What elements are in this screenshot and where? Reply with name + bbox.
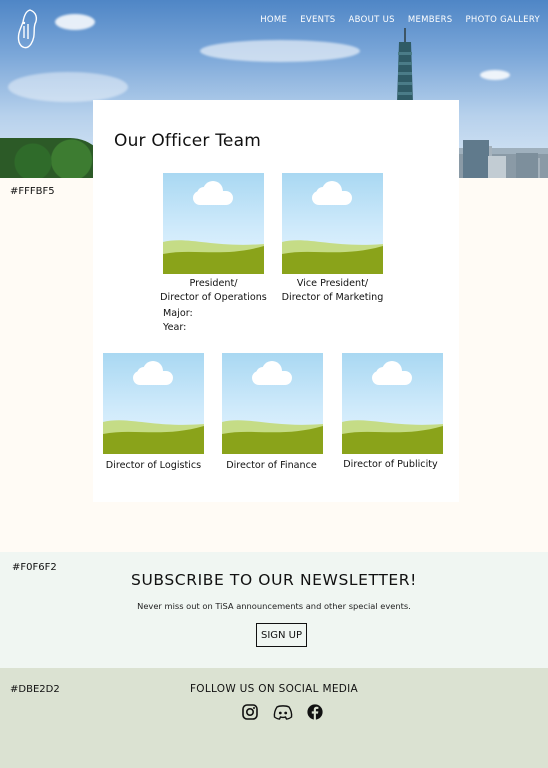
taipei-101-tower [397, 28, 413, 103]
social-media-section: #DBE2D2 FOLLOW US ON SOCIAL MEDIA [0, 668, 548, 768]
nav-photo-gallery[interactable]: PHOTO GALLERY [466, 15, 541, 25]
taiwan-logo-icon[interactable] [12, 8, 42, 50]
officer-photo-logistics [103, 353, 204, 454]
instagram-icon[interactable] [242, 704, 258, 720]
social-title: FOLLOW US ON SOCIAL MEDIA [189, 683, 359, 695]
newsletter-subtitle: Never miss out on TiSA announcements and… [137, 601, 411, 611]
nav-members[interactable]: MEMBERS [408, 15, 453, 25]
officer-team-card: Our Officer Team President/ Director of … [93, 100, 459, 502]
discord-icon[interactable] [273, 704, 293, 720]
sign-up-button[interactable]: SIGN UP [256, 623, 307, 647]
nav-about-us[interactable]: ABOUT US [349, 15, 395, 25]
main-bg-hex-label: #FFFBF5 [10, 186, 55, 197]
newsletter-section: #F0F6F2 SUBSCRIBE TO OUR NEWSLETTER! Nev… [0, 552, 548, 668]
cloud-decoration [55, 14, 95, 30]
officer-photo-finance [222, 353, 323, 454]
main-navigation: HOME EVENTS ABOUT US MEMBERS PHOTO GALLE… [260, 15, 540, 25]
officer-role-vice-president: Vice President/ Director of Marketing [281, 278, 384, 303]
cloud-decoration [200, 40, 360, 62]
officer-role-logistics: Director of Logistics [105, 460, 202, 471]
facebook-icon[interactable] [307, 704, 323, 720]
newsletter-title: SUBSCRIBE TO OUR NEWSLETTER! [131, 571, 417, 589]
officer-role-publicity: Director of Publicity [343, 459, 438, 470]
officer-role-president: President/ Director of Operations [160, 278, 267, 303]
officer-photo-president [163, 173, 264, 274]
cloud-decoration [8, 72, 128, 102]
officer-role-finance: Director of Finance [226, 460, 317, 471]
nav-home[interactable]: HOME [260, 15, 287, 25]
officer-photo-publicity [342, 353, 443, 454]
nav-events[interactable]: EVENTS [300, 15, 335, 25]
page-title: Our Officer Team [114, 131, 261, 151]
officer-photo-vice-president [282, 173, 383, 274]
cloud-decoration [480, 70, 510, 80]
officer-major: Major: [163, 308, 193, 319]
officer-year: Year: [163, 322, 187, 333]
